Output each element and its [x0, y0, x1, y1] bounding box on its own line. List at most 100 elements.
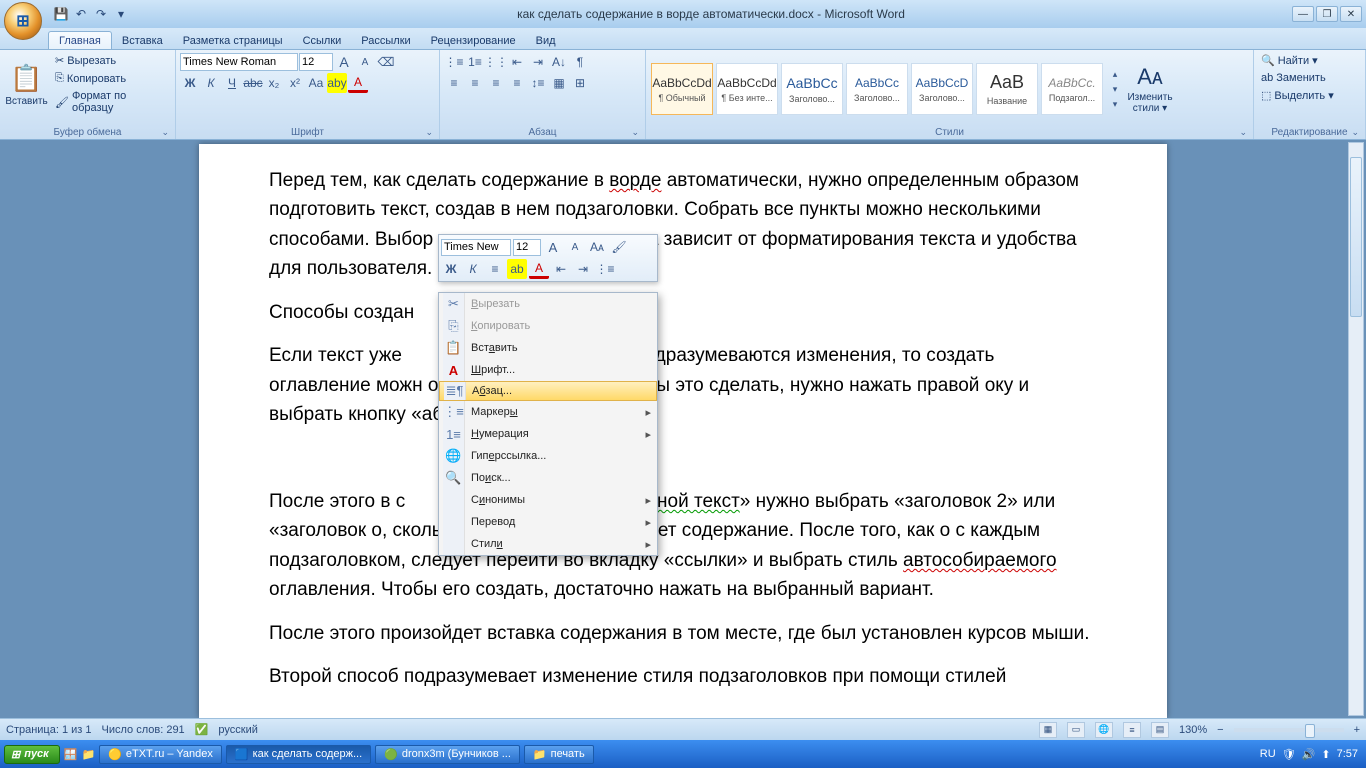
qat-undo-icon[interactable]: ↶ [72, 5, 90, 23]
cm-translate[interactable]: Перевод▸ [439, 511, 657, 533]
mini-styles-icon[interactable]: Aᴀ [587, 237, 607, 257]
align-right-icon[interactable]: ≡ [486, 73, 506, 93]
task-item-3[interactable]: 🟢dronx3m (Бунчиков ... [375, 745, 520, 764]
mini-center[interactable]: ≡ [485, 259, 505, 279]
cm-font[interactable]: AШрифт... [439, 359, 657, 381]
cm-synonyms[interactable]: Синонимы▸ [439, 489, 657, 511]
cm-lookup[interactable]: 🔍Поиск... [439, 467, 657, 489]
select-button[interactable]: ⬚Выделить ▾ [1258, 87, 1361, 104]
status-proofing-icon[interactable]: ✅ [195, 723, 209, 736]
zoom-slider[interactable] [1234, 728, 1344, 732]
font-size-combo[interactable]: 12 [299, 53, 333, 71]
align-left-icon[interactable]: ≡ [444, 73, 464, 93]
task-item-2[interactable]: 🟦как сделать содерж... [226, 745, 371, 764]
mini-highlight[interactable]: ab [507, 259, 527, 279]
mini-font-combo[interactable]: Times New [441, 239, 511, 256]
style-heading3[interactable]: AaBbCcDЗаголово... [911, 63, 973, 115]
style-subtitle[interactable]: AaBbCc.Подзагол... [1041, 63, 1103, 115]
shrink-font-icon[interactable]: A [355, 52, 375, 72]
mini-italic[interactable]: К [463, 259, 483, 279]
tab-mailings[interactable]: Рассылки [351, 32, 420, 49]
style-normal[interactable]: AaBbCcDd¶ Обычный [651, 63, 713, 115]
clear-format-icon[interactable]: ⌫ [376, 52, 396, 72]
style-heading1[interactable]: AaBbCcЗаголово... [781, 63, 843, 115]
shading-icon[interactable]: ▦ [549, 73, 569, 93]
change-case-button[interactable]: Aa [306, 73, 326, 93]
cm-paste[interactable]: 📋Вставить [439, 337, 657, 359]
paste-button[interactable]: 📋Вставить [4, 52, 49, 118]
cm-bullets[interactable]: ⋮≡Маркеры▸ [439, 401, 657, 423]
tab-home[interactable]: Главная [48, 31, 112, 49]
mini-shrink-icon[interactable]: A [565, 237, 585, 257]
numbering-icon[interactable]: 1≡ [465, 52, 485, 72]
strike-button[interactable]: abc [243, 73, 263, 93]
bold-button[interactable]: Ж [180, 73, 200, 93]
view-full-screen[interactable]: ▭ [1067, 722, 1085, 738]
show-marks-icon[interactable]: ¶ [570, 52, 590, 72]
change-styles-button[interactable]: AᴀИзменить стили ▾ [1120, 56, 1180, 122]
highlight-button[interactable]: aby [327, 73, 347, 93]
vertical-scrollbar[interactable] [1348, 142, 1364, 716]
cm-paragraph[interactable]: ≣¶Абзац... [439, 381, 657, 401]
scrollbar-thumb[interactable] [1350, 157, 1362, 317]
status-words[interactable]: Число слов: 291 [102, 724, 185, 736]
view-web[interactable]: 🌐 [1095, 722, 1113, 738]
view-outline[interactable]: ≡ [1123, 722, 1141, 738]
mini-indent-inc[interactable]: ⇥ [573, 259, 593, 279]
view-print-layout[interactable]: ▦ [1039, 722, 1057, 738]
italic-button[interactable]: К [201, 73, 221, 93]
cm-numbering[interactable]: 1≡Нумерация▸ [439, 423, 657, 445]
qat-save-icon[interactable]: 💾 [52, 5, 70, 23]
justify-icon[interactable]: ≡ [507, 73, 527, 93]
mini-bullets[interactable]: ⋮≡ [595, 259, 615, 279]
indent-inc-icon[interactable]: ⇥ [528, 52, 548, 72]
tray-lang[interactable]: RU [1260, 748, 1276, 760]
cut-button[interactable]: ✂Вырезать [52, 52, 171, 69]
document-page[interactable]: Перед тем, как сделать содержание в ворд… [199, 144, 1167, 718]
zoom-in-button[interactable]: + [1354, 724, 1360, 736]
cm-hyperlink[interactable]: 🌐Гиперссылка... [439, 445, 657, 467]
view-draft[interactable]: ▤ [1151, 722, 1169, 738]
subscript-button[interactable]: x₂ [264, 73, 284, 93]
mini-grow-icon[interactable]: A [543, 237, 563, 257]
format-painter-button[interactable]: 🖌Формат по образцу [52, 88, 171, 116]
style-heading2[interactable]: AaBbCcЗаголово... [846, 63, 908, 115]
font-color-button[interactable]: A [348, 73, 368, 93]
copy-button[interactable]: ⎘Копировать [52, 70, 171, 87]
task-item-4[interactable]: 📁печать [524, 745, 594, 764]
zoom-out-button[interactable]: − [1217, 724, 1223, 736]
superscript-button[interactable]: x² [285, 73, 305, 93]
mini-size-combo[interactable]: 12 [513, 239, 541, 256]
task-item-1[interactable]: 🟡eTXT.ru – Yandex [99, 745, 222, 764]
align-center-icon[interactable]: ≡ [465, 73, 485, 93]
font-name-combo[interactable]: Times New Roman [180, 53, 298, 71]
tab-view[interactable]: Вид [526, 32, 566, 49]
mini-bold[interactable]: Ж [441, 259, 461, 279]
underline-button[interactable]: Ч [222, 73, 242, 93]
start-button[interactable]: ⊞пуск [4, 745, 60, 764]
sort-icon[interactable]: A↓ [549, 52, 569, 72]
tab-references[interactable]: Ссылки [293, 32, 352, 49]
qat-redo-icon[interactable]: ↷ [92, 5, 110, 23]
tray-icon-1[interactable]: 🛡 [1282, 748, 1296, 761]
tray-icon-2[interactable]: 🔊 [1302, 748, 1316, 761]
status-page[interactable]: Страница: 1 из 1 [6, 724, 92, 736]
multilevel-icon[interactable]: ⋮⋮ [486, 52, 506, 72]
grow-font-icon[interactable]: A [334, 52, 354, 72]
restore-button[interactable]: ❐ [1316, 6, 1338, 22]
line-spacing-icon[interactable]: ↕≡ [528, 73, 548, 93]
tray-icon-3[interactable]: ⬆ [1321, 748, 1330, 761]
close-button[interactable]: ✕ [1340, 6, 1362, 22]
quick-launch[interactable]: 🪟 [64, 748, 78, 761]
qat-more-icon[interactable]: ▾ [112, 5, 130, 23]
mini-indent-dec[interactable]: ⇤ [551, 259, 571, 279]
office-button[interactable]: ⊞ [4, 2, 42, 40]
cm-styles[interactable]: Стили▸ [439, 533, 657, 555]
tab-insert[interactable]: Вставка [112, 32, 173, 49]
tray-clock[interactable]: 7:57 [1337, 748, 1358, 760]
cm-cut[interactable]: ✂Вырезать [439, 293, 657, 315]
find-button[interactable]: 🔍Найти ▾ [1258, 52, 1361, 69]
zoom-level[interactable]: 130% [1179, 724, 1207, 736]
indent-dec-icon[interactable]: ⇤ [507, 52, 527, 72]
mini-painter-icon[interactable]: 🖌 [609, 237, 629, 257]
